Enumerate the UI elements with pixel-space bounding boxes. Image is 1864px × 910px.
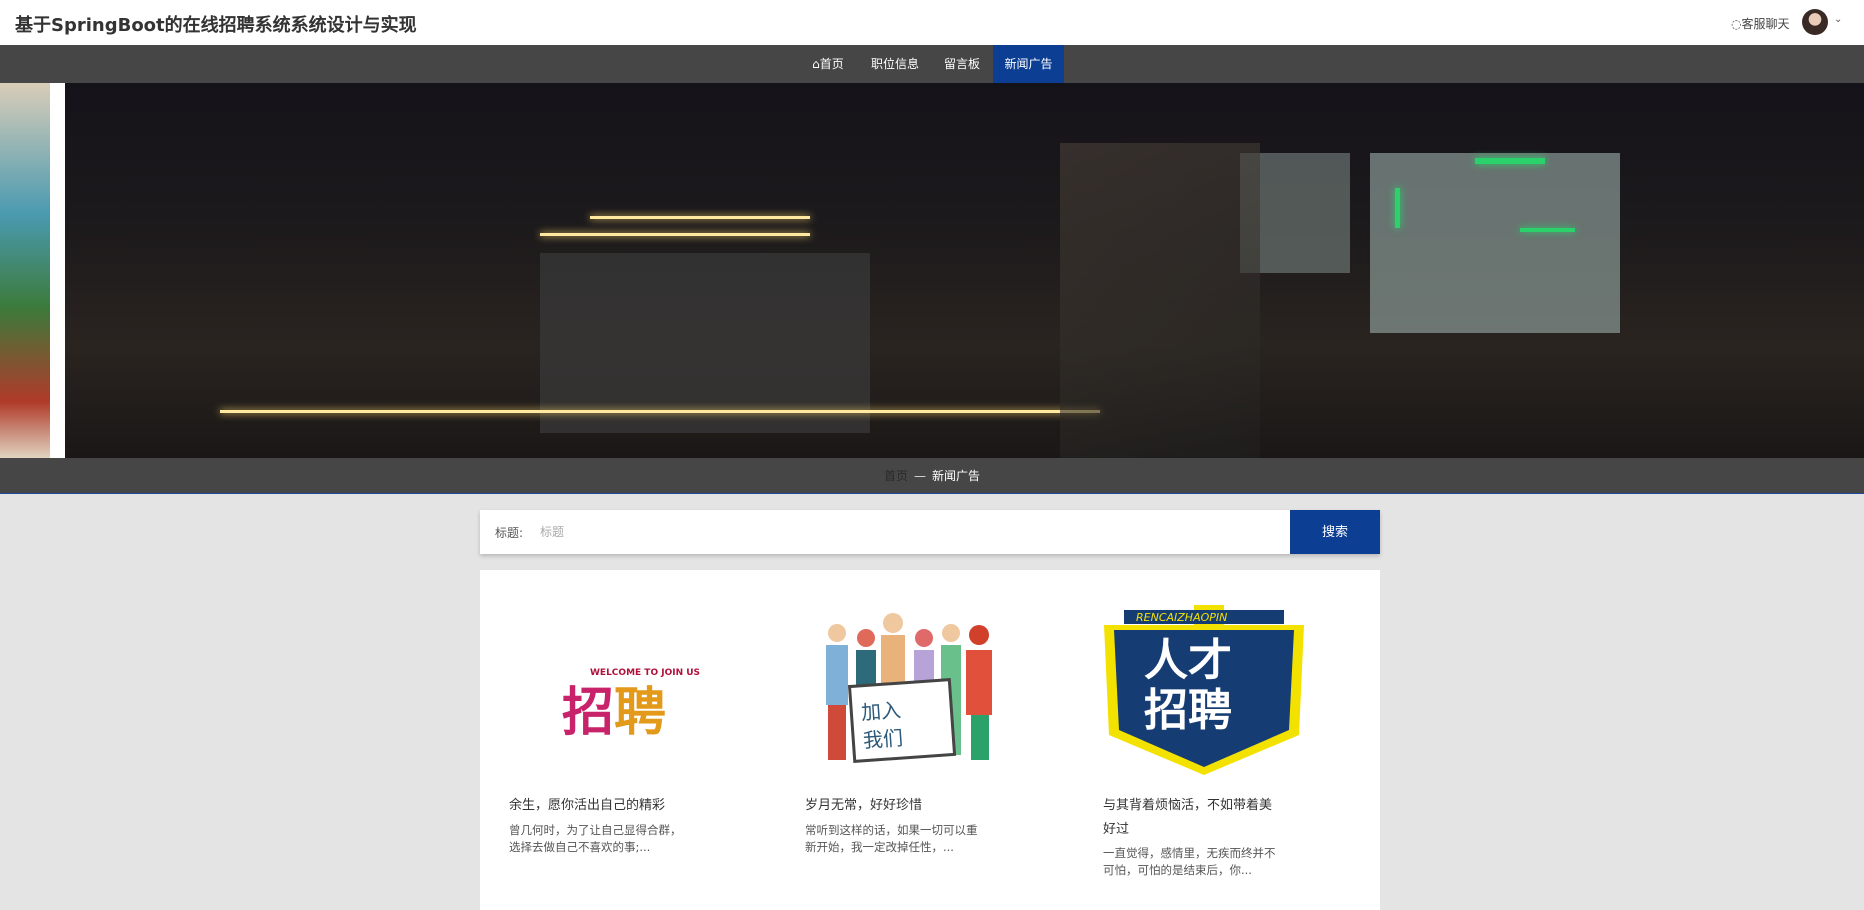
svg-text:招聘: 招聘 (562, 683, 666, 743)
news-desc: 常听到这样的话，如果一切可以重新开始，我一定改掉任性，... (805, 823, 978, 854)
news-title[interactable]: 与其背着烦恼活，不如带着美好过 (1103, 794, 1283, 842)
chevron-down-icon[interactable]: ⌄ (1834, 14, 1842, 25)
avatar[interactable] (1802, 9, 1828, 35)
join-us-sign-text: 加入我们 (860, 697, 904, 753)
recruit-image: WELCOME TO JOIN US 招聘 (562, 668, 700, 743)
breadcrumb-home[interactable]: 首页 (884, 469, 908, 483)
search-button[interactable]: 搜索 (1290, 510, 1380, 554)
banner-divider (50, 83, 65, 458)
light-line (220, 410, 1100, 413)
banner-image (0, 83, 1864, 458)
news-card[interactable]: WELCOME TO JOIN US 招聘 余生，愿你活出自己的精彩 曾几何时，… (480, 570, 740, 910)
search-bar: 标题: 搜索 (480, 510, 1380, 554)
breadcrumb-separator: — (914, 469, 926, 483)
home-icon: ⌂ (812, 57, 820, 71)
neon-sign (1395, 188, 1400, 228)
main-nav: ⌂首页 职位信息 留言板 新闻广告 (0, 45, 1864, 83)
breadcrumb-current: 新闻广告 (932, 469, 981, 483)
building (540, 253, 870, 433)
chat-bubble-icon: ◌ (1731, 17, 1742, 31)
news-desc: 一直觉得，感情里，无疾而终并不可怕，可怕的是结束后，你... (1103, 846, 1276, 877)
neon-sign (1520, 228, 1575, 232)
breadcrumb: 首页 — 新闻广告 (0, 458, 1864, 494)
building (1370, 153, 1620, 333)
site-title: 基于SpringBoot的在线招聘系统系统设计与实现 (15, 15, 417, 36)
banner-side-image (0, 83, 50, 458)
news-list: WELCOME TO JOIN US 招聘 余生，愿你活出自己的精彩 曾几何时，… (480, 570, 1380, 910)
light-line (540, 233, 810, 236)
nav-item-messages[interactable]: 留言板 (940, 45, 984, 83)
svg-text:RENCAIZHAOPIN: RENCAIZHAOPIN (1136, 611, 1227, 624)
nav-item-news[interactable]: 新闻广告 (993, 45, 1064, 83)
news-card[interactable]: 加入我们 岁月无常，好好珍惜 常听到这样的话，如果一切可以重新开始，我一定改掉任… (776, 570, 1036, 910)
street (1060, 143, 1260, 458)
nav-item-jobs[interactable]: 职位信息 (866, 45, 924, 83)
news-card[interactable]: RENCAIZHAOPIN 人才招聘 与其背着烦恼活，不如带着美好过 一直觉得，… (1074, 570, 1334, 910)
light-line (590, 216, 810, 219)
news-title[interactable]: 岁月无常，好好珍惜 (805, 794, 985, 818)
talent-recruit-badge-text: 人才招聘 (1144, 635, 1232, 736)
search-label: 标题: (495, 526, 524, 540)
news-title[interactable]: 余生，愿你活出自己的精彩 (509, 794, 689, 818)
customer-chat-link[interactable]: ◌客服聊天 (1731, 15, 1790, 32)
top-header: 基于SpringBoot的在线招聘系统系统设计与实现 ◌客服聊天 ⌄ (0, 0, 1864, 45)
neon-sign (1475, 158, 1545, 164)
nav-item-home[interactable]: ⌂首页 (806, 45, 850, 83)
news-desc: 曾几何时，为了让自己显得合群，选择去做自己不喜欢的事;... (509, 823, 682, 854)
join-us-image (826, 613, 992, 763)
title-search-input[interactable] (540, 518, 1240, 546)
nav-label: 首页 (819, 57, 844, 71)
chat-label: 客服聊天 (1741, 17, 1790, 31)
svg-text:WELCOME TO JOIN US: WELCOME TO JOIN US (590, 668, 700, 678)
